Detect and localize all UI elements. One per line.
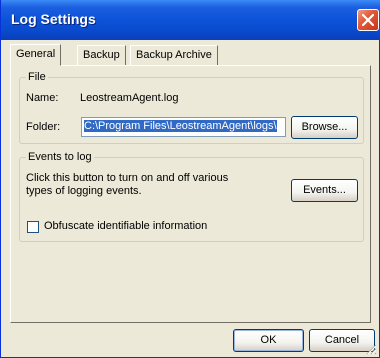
folder-label: Folder: xyxy=(26,121,61,133)
file-group-label: File xyxy=(26,71,48,83)
events-button[interactable]: Events... xyxy=(291,179,358,202)
browse-button-label: Browse... xyxy=(301,121,348,133)
events-group-label: Events to log xyxy=(26,151,94,163)
close-button[interactable] xyxy=(357,9,379,31)
resize-grip-icon[interactable] xyxy=(365,343,377,355)
folder-input-value: C:\Program Files\LeostreamAgent\logs\ xyxy=(84,120,277,132)
tab-backup-archive[interactable]: Backup Archive xyxy=(130,45,218,65)
tab-backup-label: Backup xyxy=(83,49,120,61)
log-settings-dialog: Log Settings General Backup Backup Archi… xyxy=(0,0,380,358)
browse-button[interactable]: Browse... xyxy=(291,116,358,139)
file-group: File Name: LeostreamAgent.log Folder: C:… xyxy=(19,71,364,144)
events-group: Events to log Click this button to turn … xyxy=(19,151,364,242)
events-button-label: Events... xyxy=(303,184,346,196)
general-tab-panel: File Name: LeostreamAgent.log Folder: C:… xyxy=(10,65,371,323)
cancel-button-label: Cancel xyxy=(324,334,360,346)
ok-button[interactable]: OK xyxy=(233,329,304,352)
title-bar[interactable]: Log Settings xyxy=(1,0,380,40)
ok-button-label: OK xyxy=(260,334,277,346)
name-label: Name: xyxy=(26,92,59,104)
tab-backup[interactable]: Backup xyxy=(77,45,126,65)
tab-backup-archive-label: Backup Archive xyxy=(136,49,212,61)
window-title: Log Settings xyxy=(11,11,96,27)
name-value: LeostreamAgent.log xyxy=(80,92,179,104)
folder-input[interactable]: C:\Program Files\LeostreamAgent\logs\ xyxy=(81,117,286,137)
tab-general[interactable]: General xyxy=(10,44,62,66)
obfuscate-checkbox[interactable] xyxy=(27,221,39,233)
tab-general-label: General xyxy=(16,48,56,60)
events-description: Click this button to turn on and off var… xyxy=(26,172,229,197)
obfuscate-label[interactable]: Obfuscate identifiable information xyxy=(44,220,207,232)
close-icon xyxy=(362,14,374,26)
